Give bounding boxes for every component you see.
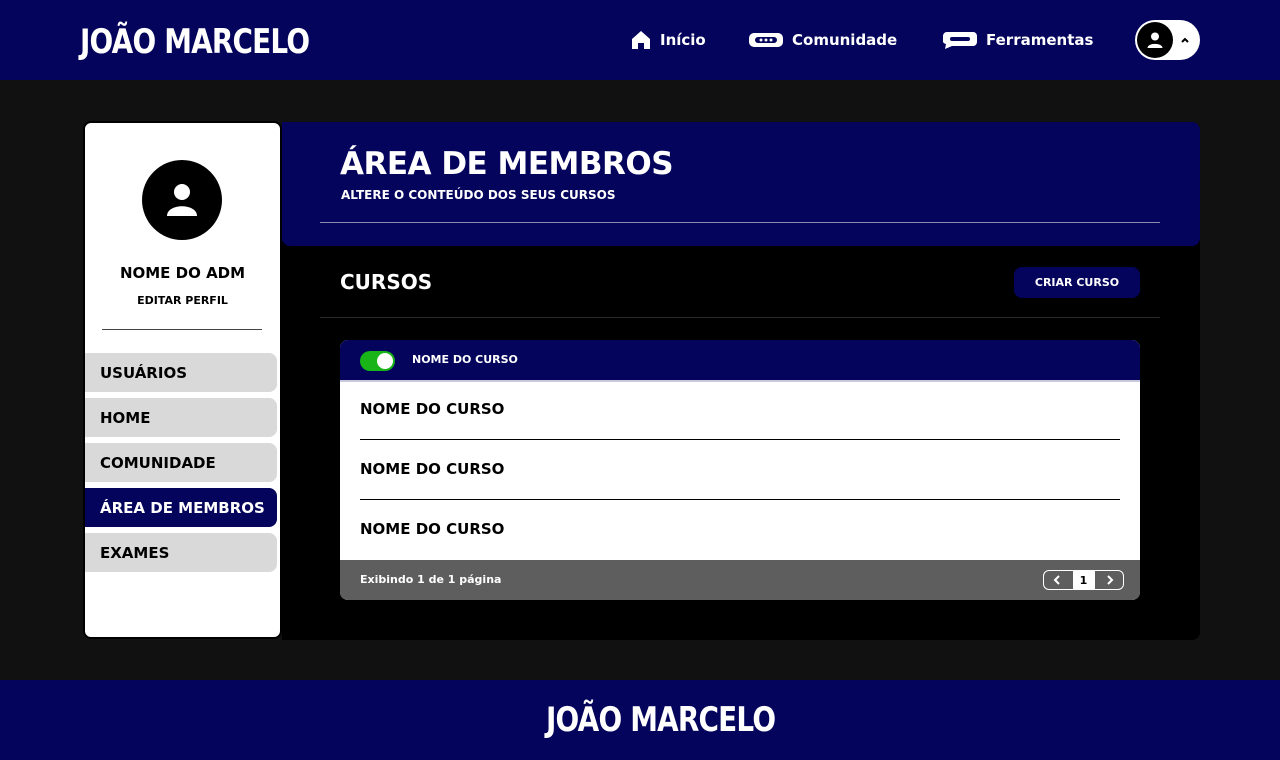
- sidebar-item-exames[interactable]: EXAMES: [85, 533, 277, 572]
- table-header-label: NOME DO CURSO: [412, 353, 518, 366]
- table-header: NOME DO CURSO: [340, 340, 1140, 382]
- courses-table: NOME DO CURSO NOME DO CURSO NOME DO CURS…: [340, 340, 1140, 600]
- brand-logo[interactable]: JOÃO MARCELO: [80, 22, 310, 62]
- community-icon: [748, 30, 784, 50]
- home-icon: [630, 29, 652, 51]
- main-panel: ÁREA DE MEMBROS ALTERE O CONTEÚDO DOS SE…: [282, 122, 1200, 640]
- course-name: NOME DO CURSO: [360, 520, 505, 538]
- footer-logo: JOÃO MARCELO: [546, 700, 776, 740]
- edit-profile-link[interactable]: EDITAR PERFIL: [85, 294, 280, 307]
- sidebar-item-comunidade[interactable]: COMUNIDADE: [85, 443, 277, 482]
- page-footer: JOÃO MARCELO: [0, 680, 1280, 760]
- nav-ferramentas[interactable]: Ferramentas: [942, 28, 1093, 52]
- nav-comunidade-label: Comunidade: [792, 31, 898, 49]
- chevron-left-icon[interactable]: [1050, 573, 1064, 587]
- sidebar-item-usuarios[interactable]: USUÁRIOS: [85, 353, 277, 392]
- courses-section-title: CURSOS: [340, 270, 433, 294]
- pagination: 1: [1043, 570, 1124, 590]
- user-menu-button[interactable]: [1135, 20, 1200, 60]
- tools-icon: [942, 30, 978, 50]
- section-divider: [320, 317, 1160, 318]
- sidebar-item-area-de-membros[interactable]: ÁREA DE MEMBROS: [85, 488, 277, 527]
- sidebar-divider: [102, 329, 262, 330]
- toggle-knob: [377, 353, 393, 369]
- nav-ferramentas-label: Ferramentas: [986, 31, 1094, 49]
- table-row[interactable]: NOME DO CURSO: [360, 380, 1120, 440]
- course-name: NOME DO CURSO: [360, 460, 505, 478]
- chevron-right-icon[interactable]: [1103, 573, 1117, 587]
- create-course-button[interactable]: CRIAR CURSO: [1014, 267, 1140, 298]
- top-header: JOÃO MARCELO Início Comunidade Ferrament…: [0, 0, 1280, 80]
- page-title: ÁREA DE MEMBROS: [340, 146, 674, 182]
- table-row[interactable]: NOME DO CURSO: [360, 500, 1120, 560]
- admin-avatar-icon: [142, 160, 222, 240]
- sidebar: NOME DO ADM EDITAR PERFIL USUÁRIOS HOME …: [83, 121, 282, 639]
- hero-divider: [320, 222, 1160, 223]
- table-row[interactable]: NOME DO CURSO: [360, 440, 1120, 500]
- current-page[interactable]: 1: [1072, 571, 1095, 589]
- page-hero: ÁREA DE MEMBROS ALTERE O CONTEÚDO DOS SE…: [282, 122, 1200, 246]
- table-footer: Exibindo 1 de 1 página 1: [340, 560, 1140, 600]
- admin-name: NOME DO ADM: [119, 264, 246, 282]
- page-subtitle: ALTERE O CONTEÚDO DOS SEUS CURSOS: [341, 188, 616, 202]
- course-visibility-toggle[interactable]: [360, 351, 395, 371]
- course-name: NOME DO CURSO: [360, 400, 505, 418]
- nav-inicio-label: Início: [660, 31, 706, 49]
- user-icon: [1137, 22, 1173, 58]
- nav-inicio[interactable]: Início: [630, 28, 706, 52]
- chevron-up-icon: [1179, 32, 1191, 51]
- nav-comunidade[interactable]: Comunidade: [748, 28, 897, 52]
- sidebar-item-home[interactable]: HOME: [85, 398, 277, 437]
- pagination-status: Exibindo 1 de 1 página: [360, 573, 502, 586]
